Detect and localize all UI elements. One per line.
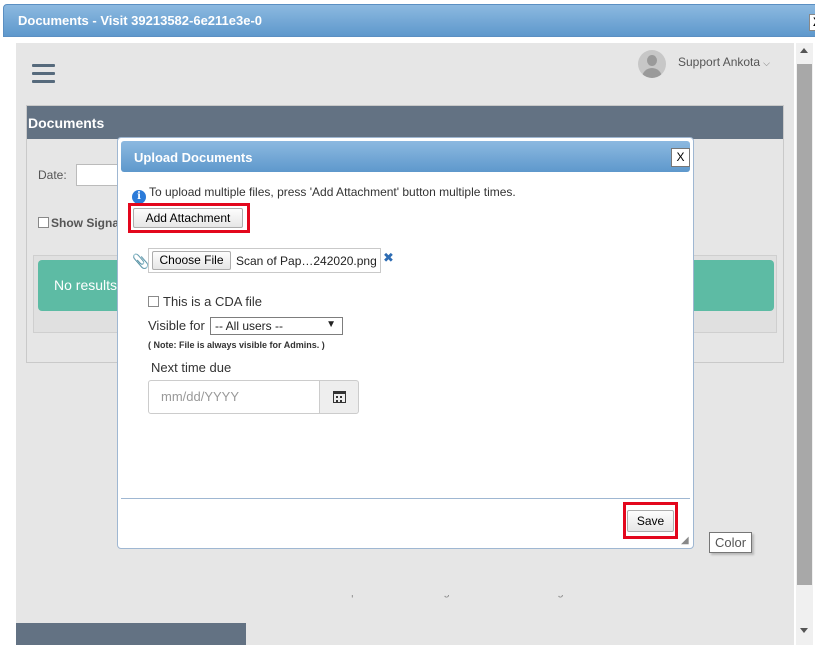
add-attachment-button[interactable]: Add Attachment — [133, 208, 243, 228]
scroll-up-icon[interactable] — [800, 48, 808, 53]
vertical-scrollbar[interactable] — [796, 43, 813, 645]
checkbox-icon[interactable] — [38, 217, 49, 228]
window-close-button[interactable]: X — [809, 14, 815, 31]
choose-file-button[interactable]: Choose File — [152, 251, 231, 270]
window-title: Documents - Visit 39213582-6e211e3e-0 — [18, 13, 263, 28]
next-time-due-label: Next time due — [151, 360, 232, 375]
footer-bar — [16, 623, 246, 645]
upload-documents-dialog: Upload Documents X i To upload multiple f… — [117, 137, 694, 549]
documents-panel-title: Documents — [27, 106, 783, 139]
dropdown-arrow-icon: ▼ — [326, 319, 336, 330]
checkbox-icon[interactable] — [148, 296, 159, 307]
window-titlebar: Documents - Visit 39213582-6e211e3e-0 X — [3, 4, 815, 37]
upload-info: i To upload multiple files, press 'Add At… — [132, 185, 516, 204]
show-signatures-checkbox[interactable]: Show Signa — [38, 216, 119, 230]
cda-label: This is a CDA file — [163, 294, 262, 309]
dialog-close-button[interactable]: X — [671, 148, 690, 167]
visible-for-label: Visible for — [148, 318, 205, 333]
color-tooltip: Color — [709, 532, 753, 553]
cda-checkbox[interactable]: This is a CDA file — [148, 294, 262, 309]
resize-grip-icon[interactable]: ◢ — [681, 535, 689, 546]
user-menu[interactable]: Support Ankota ⌵ — [678, 55, 770, 69]
user-name: Support Ankota — [678, 55, 761, 69]
dialog-titlebar: Upload Documents X — [121, 141, 690, 172]
scroll-thumb[interactable] — [797, 64, 812, 585]
visible-for-select[interactable]: -- All users -- ▼ — [210, 317, 343, 335]
info-icon: i — [132, 190, 146, 204]
save-button[interactable]: Save — [627, 510, 674, 532]
scroll-down-icon[interactable] — [800, 628, 808, 633]
menu-icon[interactable] — [32, 64, 55, 88]
calendar-button[interactable] — [319, 380, 359, 414]
calendar-icon — [333, 391, 346, 403]
show-signatures-label: Show Signa — [51, 216, 120, 230]
next-time-due-input[interactable]: mm/dd/YYYY — [148, 380, 320, 414]
selected-file-name: Scan of Pap…242020.png — [236, 254, 377, 268]
upload-info-text: To upload multiple files, press 'Add Att… — [149, 185, 516, 199]
chevron-down-icon: ⌵ — [763, 58, 770, 68]
dialog-divider — [121, 498, 690, 499]
visible-for-value: -- All users -- — [215, 319, 284, 333]
file-input[interactable]: Choose File Scan of Pap…242020.png — [148, 248, 381, 273]
date-label: Date: — [38, 168, 67, 182]
remove-file-icon[interactable]: ✖ — [383, 250, 394, 266]
avatar[interactable] — [638, 50, 666, 78]
dialog-title: Upload Documents — [134, 150, 253, 165]
admin-visibility-note: ( Note: File is always visible for Admin… — [148, 340, 325, 350]
paperclip-icon: 📎 — [132, 253, 150, 269]
